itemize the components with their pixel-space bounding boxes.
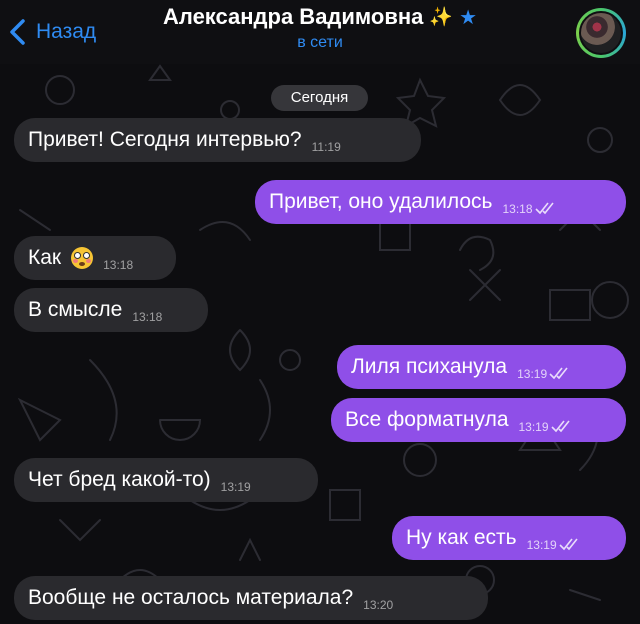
sparkles-icon: ✨ xyxy=(429,7,454,28)
message-time: 13:19 xyxy=(517,367,548,381)
message-bubble-incoming[interactable]: В смысле 13:18 xyxy=(14,288,208,332)
chevron-left-icon xyxy=(10,19,25,45)
message-text: Чет бред какой-то) xyxy=(28,468,211,491)
message-time: 13:19 xyxy=(518,420,549,434)
star-icon: ★ xyxy=(459,6,477,29)
message-time: 11:19 xyxy=(311,140,341,154)
message-time: 13:20 xyxy=(363,598,394,612)
read-checkmarks-icon xyxy=(534,202,554,215)
message-text: Привет, оно удалилось xyxy=(269,190,493,213)
message-time: 13:18 xyxy=(103,258,134,272)
message-bubble-outgoing[interactable]: Ну как есть 13:19 xyxy=(392,516,626,560)
avatar-photo xyxy=(579,11,623,55)
chat-title[interactable]: Александра Вадимовна ✨ ★ в сети xyxy=(130,4,510,52)
message-text: Как xyxy=(28,246,62,269)
message-bubble-incoming[interactable]: Чет бред какой-то) 13:19 xyxy=(14,458,318,502)
contact-name: Александра Вадимовна xyxy=(163,4,424,29)
date-separator: Сегодня xyxy=(271,85,368,111)
read-checkmarks-icon xyxy=(550,420,570,433)
message-time: 13:18 xyxy=(132,310,163,324)
back-button[interactable]: Назад xyxy=(8,14,96,50)
online-status: в сети xyxy=(297,34,343,51)
message-text: Все форматнула xyxy=(345,408,509,431)
flushed-face-icon xyxy=(71,247,94,269)
message-text: Привет! Сегодня интервью? xyxy=(28,128,302,151)
message-time: 13:18 xyxy=(502,202,533,216)
message-time: 13:19 xyxy=(220,480,251,494)
message-text: Лиля психанула xyxy=(351,355,508,378)
chat-header: Назад Александра Вадимовна ✨ ★ в сети xyxy=(0,0,640,64)
read-checkmarks-icon xyxy=(549,367,568,380)
message-text: Ну как есть xyxy=(406,526,517,549)
message-time: 13:19 xyxy=(526,538,557,552)
message-text: Вообще не осталось материала? xyxy=(28,586,354,609)
message-bubble-incoming[interactable]: Привет! Сегодня интервью? 11:19 xyxy=(14,118,421,162)
back-label: Назад xyxy=(36,20,97,43)
message-bubble-incoming[interactable]: Вообще не осталось материала? 13:20 xyxy=(14,576,488,620)
message-bubble-outgoing[interactable]: Все форматнула 13:19 xyxy=(331,398,626,442)
message-bubble-outgoing[interactable]: Привет, оно удалилось 13:18 xyxy=(255,180,626,224)
avatar[interactable] xyxy=(576,8,626,58)
message-bubble-incoming[interactable]: Как 13:18 xyxy=(14,236,176,280)
message-bubble-outgoing[interactable]: Лиля психанула 13:19 xyxy=(337,345,626,389)
read-checkmarks-icon xyxy=(559,538,578,551)
message-text: В смысле xyxy=(28,298,123,321)
